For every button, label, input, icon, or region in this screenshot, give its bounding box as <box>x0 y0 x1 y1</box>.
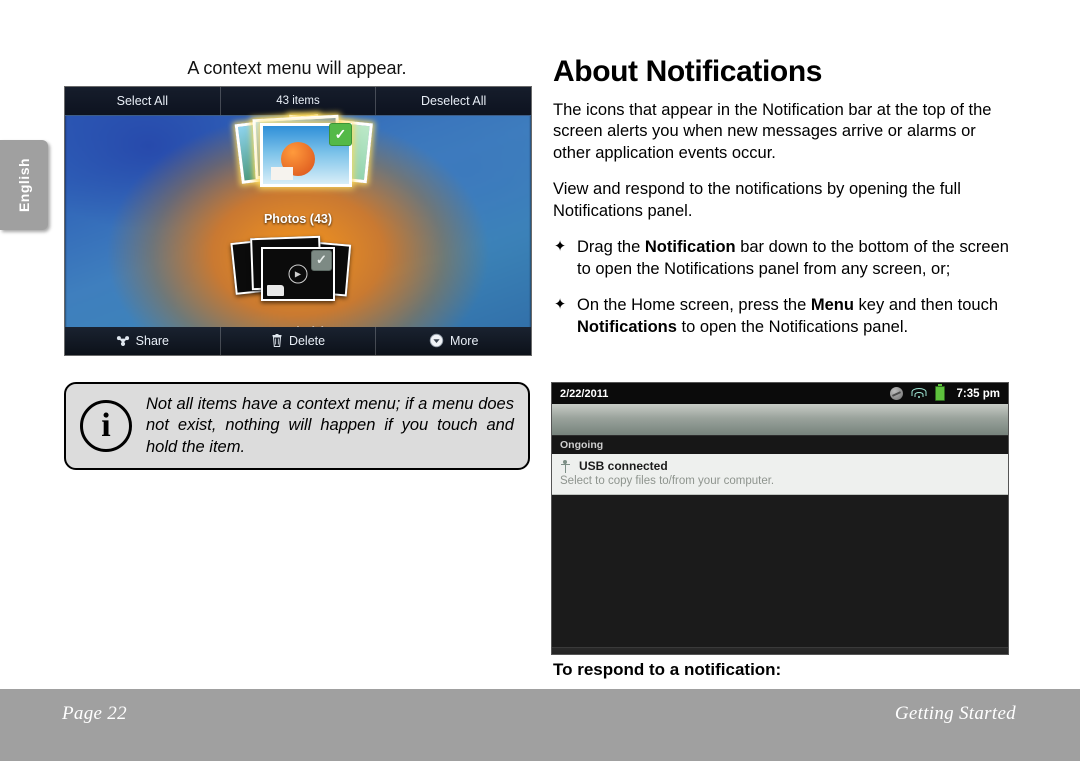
delete-label: Delete <box>288 333 326 348</box>
notifications-screenshot: 2/22/2011 7:35 pm Ongoing USB connected … <box>551 382 1009 655</box>
usb-icon <box>560 459 571 473</box>
bullet-item: ✦ On the Home screen, press the Menu key… <box>553 295 1015 339</box>
play-icon: ▶ <box>288 264 308 284</box>
checkmark-icon[interactable]: ✓ <box>329 122 352 146</box>
notification-title: USB connected <box>579 459 668 473</box>
battery-icon <box>934 384 945 401</box>
movie-thumb-front: ▶ ✓ <box>261 246 335 301</box>
deselect-all-button[interactable]: Deselect All <box>376 87 531 115</box>
language-tab[interactable]: English <box>0 140 48 230</box>
left-column: A context menu will appear. Select All 4… <box>64 58 532 356</box>
info-icon: i <box>80 400 132 452</box>
movie-stack-item[interactable]: ▶ ✓ <box>230 235 363 305</box>
bullet-marker-icon: ✦ <box>553 296 567 314</box>
bullet-item: ✦ Drag the Notification bar down to the … <box>553 237 1015 281</box>
notification-item-row: USB connected <box>560 459 1000 473</box>
drag-handle-icon <box>772 655 788 656</box>
footer-section-label: Getting Started <box>894 703 1016 724</box>
notification-panel-handle[interactable] <box>552 647 1008 656</box>
trash-icon <box>272 333 282 347</box>
status-bar: 2/22/2011 7:35 pm <box>552 383 1008 404</box>
more-label: More <box>449 333 479 348</box>
gallery-bottom-bar: Share Delete More <box>65 326 531 355</box>
share-label: Share <box>135 333 170 348</box>
intro-paragraph-1: The icons that appear in the Notificatio… <box>553 100 992 163</box>
bullet-marker-icon: ✦ <box>553 238 567 256</box>
notification-section-header: Ongoing <box>552 435 1008 454</box>
photos-stack-item[interactable]: ✓ <box>234 113 373 191</box>
chevron-down-circle-icon <box>429 333 444 348</box>
checkmark-icon[interactable]: ✓ <box>311 249 332 271</box>
page-footer: Page 22 Getting Started <box>0 687 1080 761</box>
right-column: About Notifications The icons that appea… <box>553 56 1015 353</box>
sync-icon <box>889 387 903 400</box>
photo-thumb-front: ✓ <box>260 122 352 187</box>
bullet-text: Drag the Notification bar down to the bo… <box>577 238 1009 279</box>
note-text: Not all items have a context menu; if a … <box>146 394 514 456</box>
notification-panel-body <box>552 495 1008 647</box>
delete-button[interactable]: Delete <box>221 326 377 355</box>
notification-item[interactable]: USB connected Select to copy files to/fr… <box>552 454 1008 495</box>
status-icons: 7:35 pm <box>889 384 1000 401</box>
more-button[interactable]: More <box>376 327 531 355</box>
status-date: 2/22/2011 <box>560 387 609 400</box>
bullet-text: On the Home screen, press the Menu key a… <box>577 296 998 336</box>
gallery-screenshot: Select All 43 items Deselect All ✓ Photo… <box>64 85 532 356</box>
note-callout: i Not all items have a context menu; if … <box>64 382 530 470</box>
photo-content-card <box>271 166 293 180</box>
gallery-top-bar: Select All 43 items Deselect All <box>65 86 531 116</box>
share-button[interactable]: Share <box>65 326 221 355</box>
share-icon <box>116 335 129 346</box>
page-number: Page 22 <box>62 703 127 724</box>
intro-paragraph-2: View and respond to the notifications by… <box>553 180 961 221</box>
item-count-label: 43 items <box>221 86 377 115</box>
photos-stack-label: Photos (43) <box>263 211 333 226</box>
select-all-button[interactable]: Select All <box>65 86 221 115</box>
notification-panel-header-band <box>552 404 1008 435</box>
notification-subtitle: Select to copy files to/from your comput… <box>560 475 775 487</box>
gallery-caption: A context menu will appear. <box>187 58 407 78</box>
wifi-icon <box>911 388 927 399</box>
status-time: 7:35 pm <box>956 387 1000 400</box>
page-title: About Notifications <box>553 55 823 88</box>
subsection-heading: To respond to a notification: <box>553 660 782 679</box>
language-tab-label: English <box>16 157 32 213</box>
folder-icon <box>267 284 284 296</box>
